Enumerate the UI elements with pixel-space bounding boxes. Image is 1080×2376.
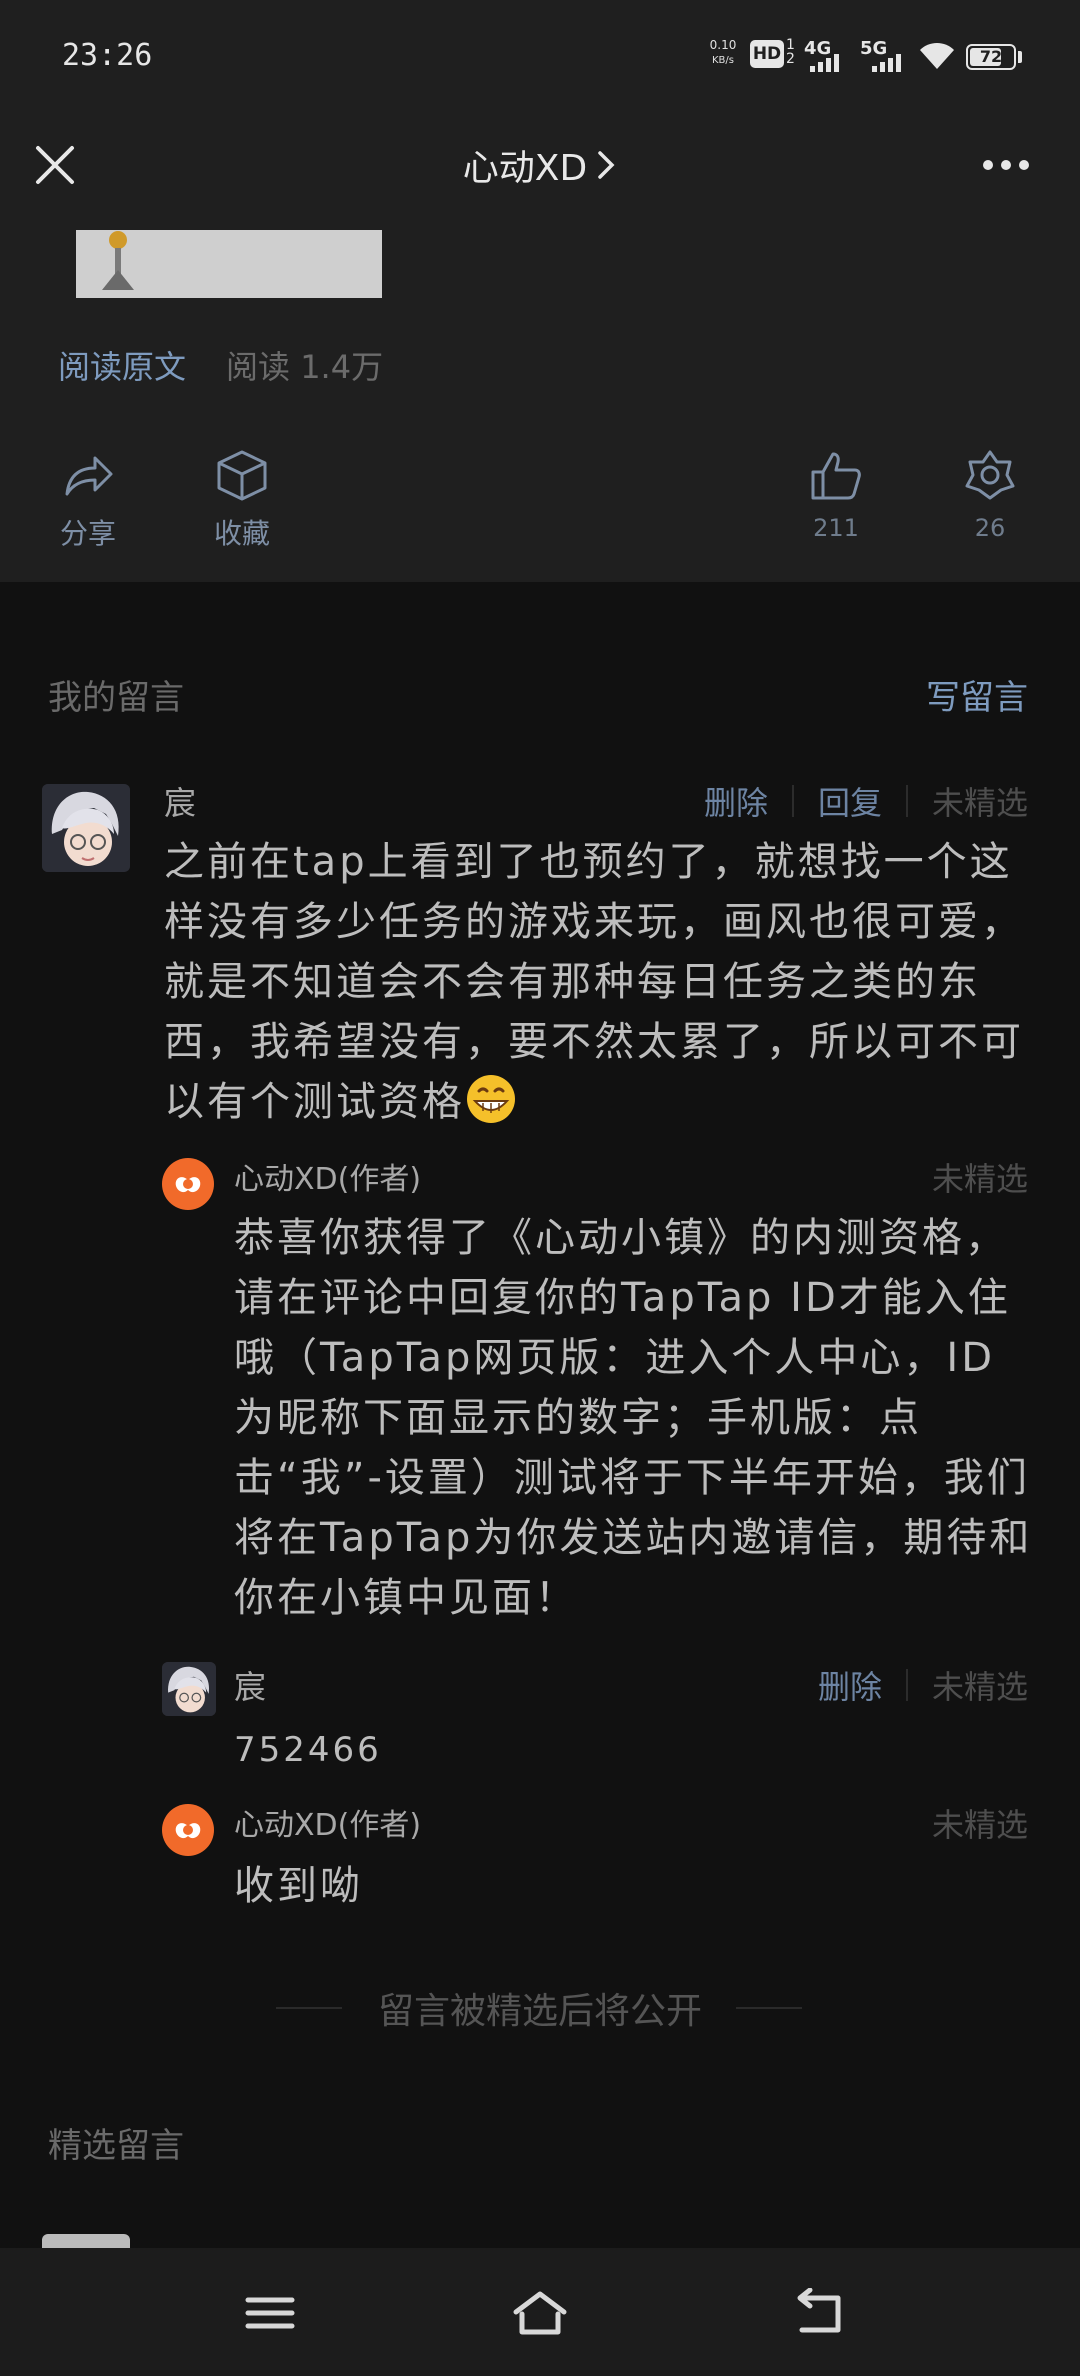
author-avatar[interactable]	[162, 1158, 214, 1210]
reply-nickname: 心动XD(作者)	[234, 1162, 422, 1197]
menu-icon[interactable]	[240, 2288, 300, 2338]
xd-logo-icon	[175, 1823, 201, 1839]
delete-button[interactable]: 删除	[704, 778, 768, 824]
back-icon[interactable]	[790, 2288, 850, 2338]
share-button[interactable]: 分享	[38, 448, 138, 552]
reply-text: 收到呦	[234, 1863, 363, 1909]
collect-button[interactable]: 收藏	[192, 448, 292, 552]
like-button[interactable]: 211	[786, 448, 886, 542]
my-comments-title: 我的留言	[48, 678, 184, 718]
featured-status: 未精选	[931, 1668, 1028, 1706]
cube-icon	[217, 450, 267, 501]
divider	[791, 785, 794, 817]
comment-nickname: 宸	[164, 784, 197, 822]
reply-actions: 删除 未精选	[818, 1662, 1028, 1708]
reply-nickname: 宸	[234, 1668, 267, 1706]
sim-slot-2: 2	[786, 51, 795, 67]
wifi-icon	[920, 42, 954, 69]
divider	[905, 1669, 908, 1701]
article-image	[76, 230, 382, 298]
status-bar: 23:26 0.10 KB/s HD 1 2 4G 5G 72	[0, 0, 1080, 110]
reply-actions: 未精选	[932, 1800, 1028, 1846]
collect-label: 收藏	[213, 517, 270, 550]
write-comment-link[interactable]: 写留言	[926, 670, 1028, 719]
like-count: 211	[813, 514, 859, 542]
comment-text: 之前在tap上看到了也预约了，就想找一个这样没有多少任务的游戏来玩，画风也很可爱…	[164, 832, 1034, 1132]
close-icon[interactable]	[30, 140, 80, 190]
featured-notice: 留言被精选后将公开	[377, 1991, 702, 2032]
avatar-image	[42, 784, 130, 872]
share-icon	[65, 456, 113, 496]
account-title-link[interactable]: 心动XD	[340, 140, 740, 190]
divider	[905, 785, 908, 817]
account-name: 心动XD	[462, 148, 588, 189]
sim-slot-indicator: 1 2	[786, 38, 795, 66]
article-footer: 阅读原文 阅读 1.4万 分享 收藏 211 26	[0, 220, 1080, 582]
read-info-row: 阅读原文 阅读 1.4万	[58, 342, 383, 388]
divider-line-right	[736, 2007, 802, 2009]
system-nav-bar	[0, 2248, 1080, 2376]
grin-emoji-icon	[467, 1075, 515, 1123]
avatar[interactable]	[162, 1662, 216, 1716]
wow-count: 26	[974, 514, 1006, 542]
read-count: 阅读 1.4万	[226, 348, 384, 386]
status-time: 23:26	[62, 38, 153, 73]
read-original-link[interactable]: 阅读原文	[58, 342, 186, 388]
network-speed: 0.10 KB/s	[704, 38, 742, 68]
featured-comments-title: 精选留言	[48, 2126, 184, 2166]
xd-logo-icon	[175, 1177, 201, 1193]
trophy-icon	[102, 231, 134, 290]
page: 23:26 0.10 KB/s HD 1 2 4G 5G 72 心动XD 阅读原…	[0, 0, 1080, 2376]
avatar-image	[162, 1662, 216, 1716]
reply-button[interactable]: 回复	[818, 778, 882, 824]
signal-bars-icon	[872, 54, 904, 72]
avatar[interactable]	[42, 784, 130, 872]
featured-avatar-peek	[42, 2234, 130, 2248]
network-speed-value: 0.10	[709, 38, 737, 52]
featured-status: 未精选	[931, 1160, 1028, 1198]
hd-voice-icon: HD	[750, 40, 784, 68]
wow-button[interactable]: 26	[940, 448, 1040, 542]
comment-text-content: 之前在tap上看到了也预约了，就想找一个这样没有多少任务的游戏来玩，画风也很可爱…	[164, 839, 1024, 1125]
battery-icon: 72	[966, 44, 1016, 70]
network-speed-unit: KB/s	[712, 55, 734, 66]
battery-tip	[1018, 51, 1022, 63]
top-nav-bar: 心动XD	[0, 110, 1080, 220]
battery-level: 72	[979, 47, 1003, 66]
star-icon	[965, 450, 1015, 500]
home-icon[interactable]	[510, 2288, 570, 2338]
signal-bars-icon	[810, 54, 842, 72]
share-label: 分享	[59, 517, 116, 550]
thumbs-up-icon	[811, 452, 861, 500]
reply-actions: 未精选	[932, 1154, 1028, 1200]
featured-status: 未精选	[931, 1806, 1028, 1844]
delete-button[interactable]: 删除	[818, 1662, 882, 1708]
featured-status: 未精选	[931, 784, 1028, 822]
reply-text: 752466	[234, 1730, 382, 1770]
sim-slot-1: 1	[786, 37, 795, 53]
comment-actions: 删除 回复 未精选	[704, 778, 1028, 824]
reply-nickname: 心动XD(作者)	[234, 1808, 422, 1843]
author-avatar[interactable]	[162, 1804, 214, 1856]
more-icon[interactable]	[978, 142, 1034, 188]
reply-text: 恭喜你获得了《心动小镇》的内测资格，请在评论中回复你的TapTap ID才能入住…	[234, 1215, 1033, 1621]
chevron-right-icon	[598, 151, 615, 179]
